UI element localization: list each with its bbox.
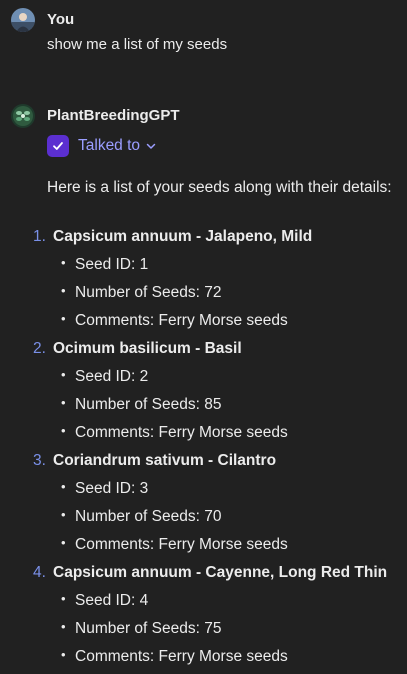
seed-name: Coriandrum sativum - Cilantro: [53, 452, 277, 469]
bullet-icon: •: [61, 367, 66, 382]
bullet-icon: •: [61, 311, 66, 326]
bullet-icon: •: [61, 507, 66, 522]
seed-detail: • Comments: Ferry Morse seeds: [61, 532, 288, 558]
seed-detail-text: Comments: Ferry Morse seeds: [75, 312, 288, 329]
seed-detail-text: Number of Seeds: 85: [75, 396, 222, 413]
seed-name: Ocimum basilicum - Basil: [53, 340, 242, 357]
seed-number: 4.: [33, 564, 46, 581]
seed-list-item: 4. Capsicum annuum - Cayenne, Long Red T…: [0, 560, 407, 672]
seed-detail-text: Comments: Ferry Morse seeds: [75, 424, 288, 441]
bullet-icon: •: [61, 423, 66, 438]
seed-detail: • Comments: Ferry Morse seeds: [61, 308, 288, 334]
user-avatar[interactable]: [11, 8, 35, 32]
assistant-author: PlantBreedingGPT: [47, 107, 180, 124]
seed-detail: • Seed ID: 4: [61, 588, 148, 614]
seed-detail: • Seed ID: 2: [61, 364, 148, 390]
seed-detail: • Comments: Ferry Morse seeds: [61, 420, 288, 446]
seed-number: 2.: [33, 340, 46, 357]
seed-detail-text: Number of Seeds: 75: [75, 620, 222, 637]
check-badge: [47, 135, 69, 157]
seed-number: 3.: [33, 452, 46, 469]
seed-list-item: 3. Coriandrum sativum - Cilantro • Seed I…: [0, 448, 407, 560]
seed-number: 1.: [33, 228, 46, 245]
bullet-icon: •: [61, 255, 66, 270]
seed-detail: • Number of Seeds: 70: [61, 504, 221, 530]
seed-detail-text: Seed ID: 3: [75, 480, 149, 497]
seed-list: 1. Capsicum annuum - Jalapeno, Mild • See…: [0, 224, 407, 672]
seed-detail: • Number of Seeds: 85: [61, 392, 221, 418]
bullet-icon: •: [61, 619, 66, 634]
bullet-icon: •: [61, 479, 66, 494]
seed-detail-text: Number of Seeds: 70: [75, 508, 222, 525]
seed-name: Capsicum annuum - Jalapeno, Mild: [53, 228, 313, 245]
chevron-down-icon: [146, 141, 156, 151]
seed-detail: • Number of Seeds: 72: [61, 280, 221, 306]
bullet-icon: •: [61, 283, 66, 298]
bullet-icon: •: [61, 395, 66, 410]
seed-detail: • Comments: Ferry Morse seeds: [61, 644, 288, 670]
seed-detail-text: Comments: Ferry Morse seeds: [75, 648, 288, 665]
seed-detail-text: Seed ID: 1: [75, 256, 149, 273]
seed-detail: • Seed ID: 3: [61, 476, 148, 502]
seed-name: Capsicum annuum - Cayenne, Long Red Thin: [53, 564, 388, 581]
bullet-icon: •: [61, 591, 66, 606]
tool-status-toggle[interactable]: Talked to: [47, 135, 156, 157]
seed-detail-text: Number of Seeds: 72: [75, 284, 222, 301]
gpt-avatar[interactable]: [11, 104, 35, 128]
check-icon: [53, 142, 63, 150]
assistant-intro-text: Here is a list of your seeds along with …: [47, 179, 392, 196]
tool-status-label: Talked to: [78, 137, 141, 154]
seed-detail-text: Comments: Ferry Morse seeds: [75, 536, 288, 553]
seed-detail: • Seed ID: 1: [61, 252, 148, 278]
seed-detail: • Number of Seeds: 75: [61, 616, 221, 642]
bullet-icon: •: [61, 647, 66, 662]
bullet-icon: •: [61, 535, 66, 550]
seed-detail-text: Seed ID: 2: [75, 368, 149, 385]
plant-gpt-avatar-icon: [11, 104, 35, 128]
seed-list-item: 1. Capsicum annuum - Jalapeno, Mild • See…: [0, 224, 407, 336]
seed-list-item: 2. Ocimum basilicum - Basil • Seed ID: 2 …: [0, 336, 407, 448]
user-author: You: [47, 11, 75, 28]
seed-detail-text: Seed ID: 4: [75, 592, 149, 609]
user-avatar-icon: [11, 8, 35, 32]
user-message-text: show me a list of my seeds: [47, 36, 228, 53]
